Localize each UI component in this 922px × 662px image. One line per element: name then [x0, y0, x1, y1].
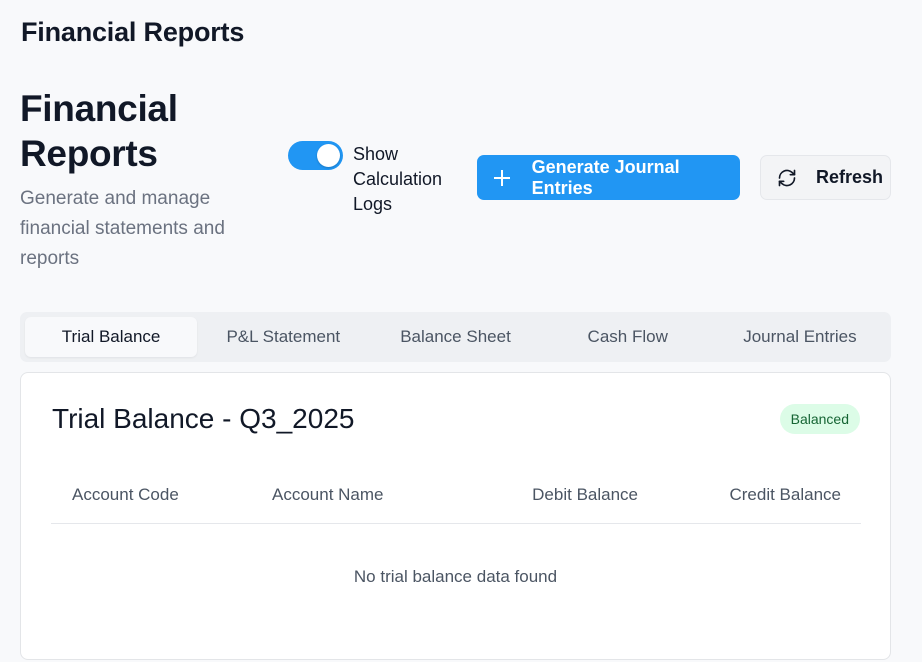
refresh-icon [778, 169, 796, 186]
card-title: Trial Balance - Q3_2025 [52, 403, 355, 434]
tab-trial-balance[interactable]: Trial Balance [25, 317, 198, 357]
page-header: Financial Reports Generate and manage fi… [20, 86, 260, 274]
tab-balance-sheet[interactable]: Balance Sheet [369, 317, 541, 357]
column-header-debit-balance: Debit Balance [532, 485, 638, 504]
refresh-button[interactable]: Refresh [760, 155, 891, 200]
page-title: Financial Reports [20, 88, 178, 174]
calculation-logs-toggle[interactable] [288, 141, 343, 170]
refresh-button-label: Refresh [816, 167, 884, 187]
calculation-logs-label: Show Calculation Logs [353, 144, 443, 214]
tab-journal-entries[interactable]: Journal Entries [714, 317, 886, 357]
trial-balance-card: Trial Balance - Q3_2025 Balanced Account… [20, 372, 891, 660]
generate-journal-entries-button[interactable]: Generate Journal Entries [477, 155, 740, 200]
table-header: Account Code Account Name Debit Balance … [51, 473, 861, 524]
empty-state-message: No trial balance data found [353, 567, 558, 586]
generate-button-label: Generate Journal Entries [531, 156, 680, 198]
app-title: Financial Reports [21, 17, 245, 47]
calculation-logs-toggle-wrap [288, 141, 343, 170]
column-header-account-name: Account Name [272, 485, 384, 504]
tab-cash-flow[interactable]: Cash Flow [542, 317, 714, 357]
report-tabs: Trial Balance P&L Statement Balance Shee… [20, 312, 891, 362]
toggle-knob [317, 144, 340, 167]
column-header-account-code: Account Code [72, 485, 179, 504]
page-subtitle: Generate and manage financial statements… [20, 188, 225, 269]
column-header-credit-balance: Credit Balance [729, 485, 841, 504]
tab-pl-statement[interactable]: P&L Statement [197, 317, 369, 357]
plus-icon [494, 169, 510, 186]
status-badge: Balanced [779, 404, 860, 434]
